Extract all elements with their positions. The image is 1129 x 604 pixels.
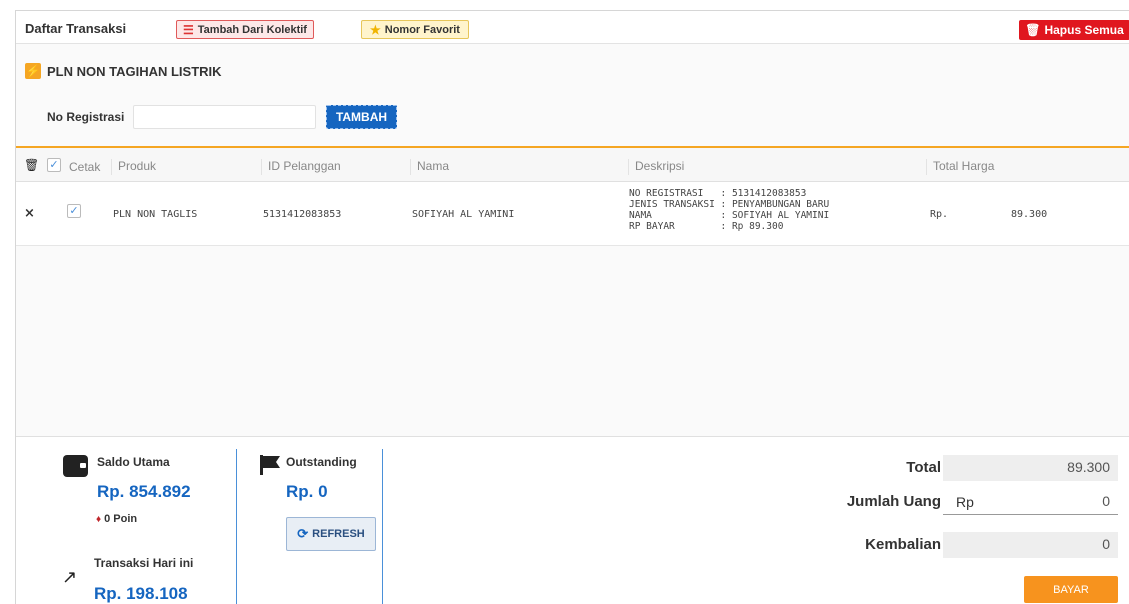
points-value: 0 Poin bbox=[104, 513, 138, 525]
transaksi-hari-ini-value: Rp. 198.108 bbox=[94, 584, 188, 603]
product-title: ⚡ PLN NON TAGIHAN LISTRIK bbox=[25, 63, 222, 79]
registration-number-label: No Registrasi bbox=[47, 110, 125, 124]
table-header: 🗑 ✓ Cetak Produk ID Pelanggan Nama Deskr… bbox=[16, 148, 1129, 182]
cell-total: 89.300 bbox=[1011, 209, 1048, 220]
print-checkbox[interactable]: ✓ bbox=[67, 204, 81, 218]
cell-produk: PLN NON TAGLIS bbox=[113, 209, 198, 220]
column-total-harga: Total Harga bbox=[926, 159, 994, 175]
cell-nama: SOFIYAH AL YAMINI bbox=[412, 209, 515, 220]
remove-row-icon[interactable]: × bbox=[24, 206, 35, 221]
delete-all-label: Hapus Semua bbox=[1044, 23, 1124, 37]
star-icon: ★ bbox=[370, 22, 381, 37]
pay-button[interactable]: BAYAR bbox=[1024, 576, 1118, 603]
refresh-label: REFRESH bbox=[312, 528, 365, 540]
total-value: 89.300 bbox=[943, 455, 1118, 481]
transaksi-hari-ini-label: Transaksi Hari ini bbox=[94, 556, 194, 570]
add-from-collective-label: Tambah Dari Kolektif bbox=[197, 23, 307, 36]
page-title: Daftar Transaksi bbox=[25, 21, 127, 36]
outstanding-label: Outstanding bbox=[286, 455, 357, 469]
delete-all-button[interactable]: 🗑 Hapus Semua bbox=[1019, 20, 1129, 40]
column-produk: Produk bbox=[111, 159, 156, 175]
select-all-checkbox[interactable]: ✓ bbox=[47, 158, 61, 172]
product-title-text: PLN NON TAGIHAN LISTRIK bbox=[47, 63, 222, 79]
table-row: × ✓ PLN NON TAGLIS 5131412083853 SOFIYAH… bbox=[16, 182, 1129, 246]
saldo-value: Rp. 854.892 bbox=[97, 482, 191, 501]
transaction-panel: Daftar Transaksi ☰ Tambah Dari Kolektif … bbox=[15, 10, 1129, 604]
lightning-icon: ⚡ bbox=[25, 63, 41, 79]
cell-deskripsi: NO REGISTRASI : 5131412083853 JENIS TRAN… bbox=[629, 188, 830, 232]
total-label: Total bbox=[906, 459, 941, 476]
jumlah-uang-label: Jumlah Uang bbox=[846, 493, 941, 510]
refresh-button[interactable]: ⟳ REFRESH bbox=[286, 517, 376, 551]
trash-icon[interactable]: 🗑 bbox=[24, 158, 39, 172]
list-icon: ☰ bbox=[183, 22, 194, 37]
registration-number-input[interactable] bbox=[133, 105, 316, 129]
divider bbox=[382, 449, 383, 604]
gem-icon: ♦ bbox=[96, 513, 102, 525]
column-cetak: Cetak bbox=[69, 160, 101, 174]
refresh-icon: ⟳ bbox=[297, 526, 309, 541]
column-deskripsi: Deskripsi bbox=[628, 159, 684, 175]
toolbar: Daftar Transaksi ☰ Tambah Dari Kolektif … bbox=[16, 11, 1129, 44]
points: ♦ 0 Poin bbox=[96, 513, 137, 525]
kembalian-label: Kembalian bbox=[865, 536, 941, 553]
saldo-label: Saldo Utama bbox=[97, 455, 170, 469]
divider bbox=[236, 449, 237, 604]
column-nama: Nama bbox=[410, 159, 449, 175]
add-from-collective-button[interactable]: ☰ Tambah Dari Kolektif bbox=[176, 20, 314, 39]
flag-icon bbox=[260, 455, 280, 475]
trending-up-icon: ↗ bbox=[62, 567, 78, 587]
add-button[interactable]: TAMBAH bbox=[326, 105, 397, 129]
trash-icon: 🗑 bbox=[1025, 23, 1041, 37]
favorite-number-button[interactable]: ★ Nomor Favorit bbox=[361, 20, 469, 39]
kembalian-value: 0 bbox=[943, 532, 1118, 558]
favorite-number-label: Nomor Favorit bbox=[384, 23, 460, 36]
column-id-pelanggan: ID Pelanggan bbox=[261, 159, 341, 175]
outstanding-value: Rp. 0 bbox=[286, 482, 328, 501]
summary-footer: Saldo Utama Rp. 854.892 ♦ 0 Poin ↗ Trans… bbox=[16, 436, 1129, 604]
jumlah-uang-input[interactable]: 0 bbox=[943, 489, 1118, 515]
wallet-icon bbox=[63, 455, 88, 477]
cell-currency: Rp. bbox=[930, 209, 949, 220]
transaction-table: 🗑 ✓ Cetak Produk ID Pelanggan Nama Deskr… bbox=[16, 146, 1129, 436]
cell-id-pelanggan: 5131412083853 bbox=[263, 209, 342, 220]
